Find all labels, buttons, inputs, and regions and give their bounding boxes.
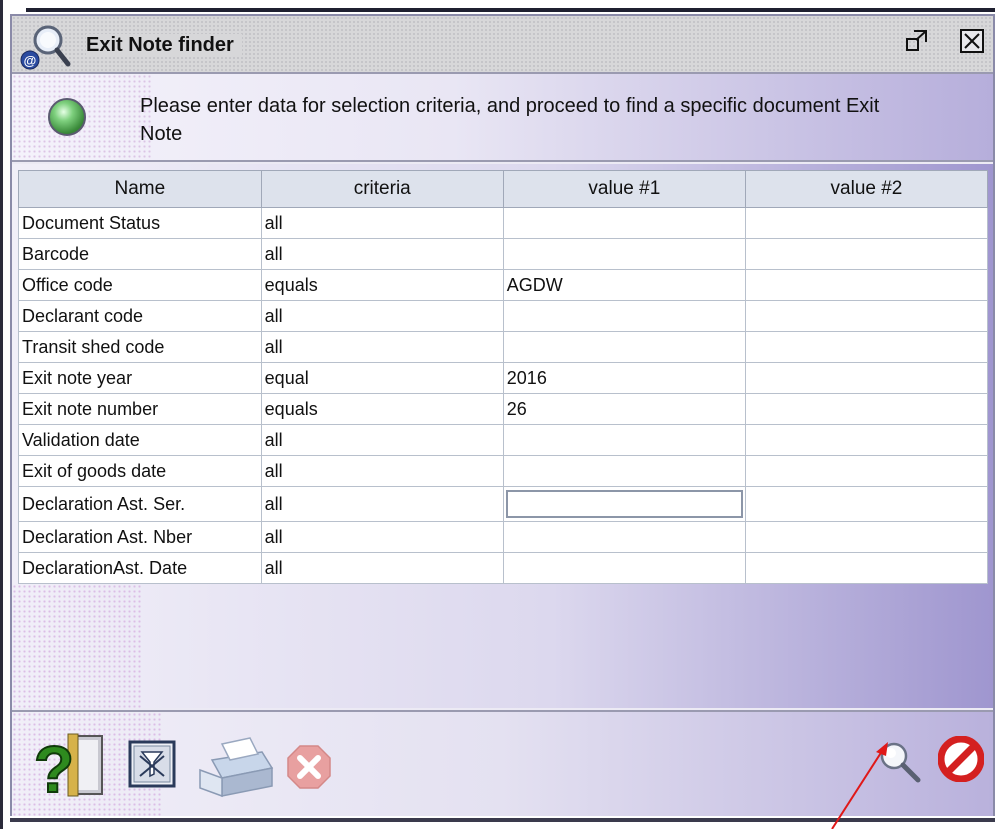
- row-name: Exit note year: [18, 362, 262, 394]
- value2-cell[interactable]: [744, 207, 989, 239]
- criteria-cell[interactable]: all: [260, 521, 504, 553]
- row-name: Exit of goods date: [18, 455, 262, 487]
- row-name: Barcode: [18, 238, 262, 270]
- criteria-cell[interactable]: equals: [260, 269, 504, 301]
- criteria-cell[interactable]: all: [260, 207, 504, 239]
- table-row[interactable]: Exit note number equals 26: [18, 393, 989, 425]
- restore-window-icon[interactable]: [904, 28, 930, 54]
- table-row[interactable]: Document Status all: [18, 207, 989, 239]
- svg-text:?: ?: [34, 732, 74, 800]
- exit-note-finder-window: @ Exit Note finder Please enter data for…: [10, 14, 995, 816]
- window-title: Exit Note finder: [86, 34, 242, 57]
- table-row[interactable]: DeclarationAst. Date all: [18, 552, 989, 584]
- row-name: Declarant code: [18, 300, 262, 332]
- title-bar[interactable]: @ Exit Note finder: [12, 16, 993, 74]
- criteria-cell[interactable]: equals: [260, 393, 504, 425]
- value2-cell[interactable]: [744, 300, 989, 332]
- cancel-icon[interactable]: [286, 744, 332, 790]
- table-row[interactable]: Declaration Ast. Nber all: [18, 521, 989, 553]
- row-name: DeclarationAst. Date: [18, 552, 262, 584]
- value2-cell[interactable]: [744, 269, 989, 301]
- info-banner: Please enter data for selection criteria…: [12, 74, 993, 162]
- value1-cell[interactable]: [502, 521, 746, 553]
- row-name: Declaration Ast. Ser.: [18, 486, 262, 522]
- banner-message: Please enter data for selection criteria…: [140, 95, 880, 145]
- value1-input[interactable]: [505, 490, 743, 518]
- row-name: Exit note number: [18, 393, 262, 425]
- row-name: Document Status: [18, 207, 262, 239]
- value1-cell[interactable]: [502, 300, 746, 332]
- table-row[interactable]: Transit shed code all: [18, 331, 989, 363]
- criteria-panel: Name criteria value #1 value #2 Document…: [12, 164, 993, 708]
- value2-cell[interactable]: [744, 393, 989, 425]
- column-header-name[interactable]: Name: [18, 170, 262, 208]
- criteria-cell[interactable]: all: [260, 552, 504, 584]
- close-window-icon[interactable]: [959, 28, 985, 54]
- panel-pattern: [12, 584, 142, 708]
- table-row[interactable]: Exit of goods date all: [18, 455, 989, 487]
- window-left-border: [0, 0, 3, 829]
- criteria-table: Name criteria value #1 value #2 Document…: [18, 170, 989, 584]
- criteria-cell[interactable]: all: [260, 238, 504, 270]
- table-row[interactable]: Exit note year equal 2016: [18, 362, 989, 394]
- row-name: Transit shed code: [18, 331, 262, 363]
- table-row[interactable]: Declarant code all: [18, 300, 989, 332]
- row-name: Office code: [18, 269, 262, 301]
- value1-cell[interactable]: [502, 207, 746, 239]
- value1-cell[interactable]: [502, 455, 746, 487]
- table-row[interactable]: Declaration Ast. Ser. all: [18, 486, 989, 522]
- svg-text:@: @: [24, 53, 37, 68]
- value1-cell[interactable]: [502, 331, 746, 363]
- annotation-arrow-icon: [831, 742, 888, 829]
- row-name: Declaration Ast. Nber: [18, 521, 262, 553]
- criteria-cell[interactable]: equal: [260, 362, 504, 394]
- window-top-border: [26, 8, 995, 12]
- value2-cell[interactable]: [744, 455, 989, 487]
- value2-cell[interactable]: [744, 331, 989, 363]
- value1-cell[interactable]: AGDW: [502, 269, 746, 301]
- row-name: Validation date: [18, 424, 262, 456]
- column-header-value2[interactable]: value #2: [744, 170, 989, 208]
- criteria-cell[interactable]: all: [260, 300, 504, 332]
- clear-filter-icon[interactable]: [128, 740, 176, 788]
- value2-cell[interactable]: [744, 486, 989, 522]
- criteria-cell[interactable]: all: [260, 331, 504, 363]
- value2-cell[interactable]: [744, 362, 989, 394]
- criteria-cell[interactable]: all: [260, 455, 504, 487]
- value1-cell[interactable]: [502, 552, 746, 584]
- stop-icon[interactable]: [938, 736, 984, 782]
- value1-cell-editor[interactable]: [502, 486, 746, 522]
- column-header-value1[interactable]: value #1: [502, 170, 746, 208]
- value1-cell[interactable]: 2016: [502, 362, 746, 394]
- green-status-led-icon: [48, 98, 86, 136]
- value1-cell[interactable]: [502, 424, 746, 456]
- value2-cell[interactable]: [744, 552, 989, 584]
- table-header-row: Name criteria value #1 value #2: [18, 170, 989, 208]
- value2-cell[interactable]: [744, 521, 989, 553]
- value2-cell[interactable]: [744, 238, 989, 270]
- table-row[interactable]: Barcode all: [18, 238, 989, 270]
- criteria-cell[interactable]: all: [260, 486, 504, 522]
- value1-cell[interactable]: 26: [502, 393, 746, 425]
- criteria-cell[interactable]: all: [260, 424, 504, 456]
- value2-cell[interactable]: [744, 424, 989, 456]
- table-row[interactable]: Validation date all: [18, 424, 989, 456]
- column-header-criteria[interactable]: criteria: [260, 170, 504, 208]
- value1-cell[interactable]: [502, 238, 746, 270]
- help-icon[interactable]: ?: [32, 730, 110, 800]
- table-row[interactable]: Office code equals AGDW: [18, 269, 989, 301]
- printer-icon[interactable]: [192, 732, 278, 802]
- search-icon: @: [20, 25, 71, 70]
